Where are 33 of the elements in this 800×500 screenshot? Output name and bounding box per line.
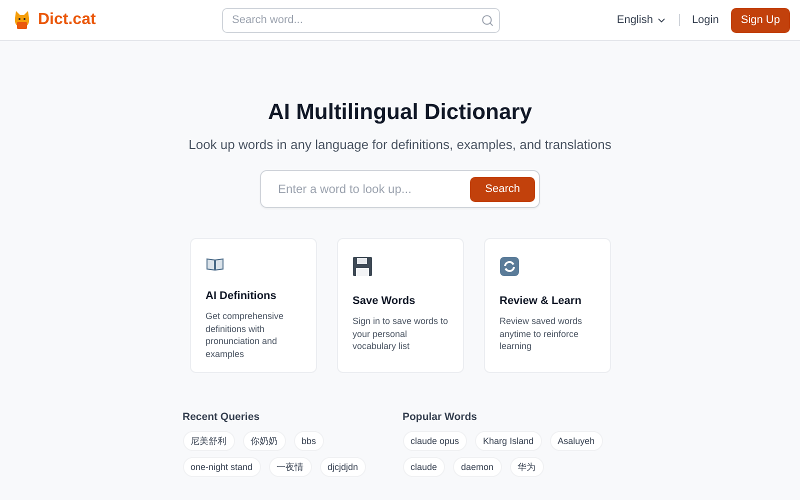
- page-title: AI Multilingual Dictionary: [268, 99, 532, 125]
- word-chip[interactable]: claude: [402, 457, 446, 477]
- word-chip[interactable]: djcjdjdn: [320, 457, 366, 477]
- page-subtitle: Look up words in any language for definitions, examples, and translations: [188, 137, 612, 152]
- word-chip[interactable]: bbs: [294, 431, 324, 451]
- search-button[interactable]: Search: [470, 176, 535, 202]
- section-heading: Recent Queries: [182, 411, 261, 423]
- login-link[interactable]: Login: [692, 14, 719, 26]
- search-field[interactable]: Search word...: [222, 8, 500, 32]
- feature-title: Save Words: [352, 295, 416, 307]
- site-logo[interactable]: Dict.cat: [38, 11, 96, 29]
- open-book-icon: [206, 257, 224, 271]
- word-chip[interactable]: claude opus: [402, 431, 468, 451]
- word-chip[interactable]: 你奶奶: [242, 431, 286, 451]
- word-chip[interactable]: 华为: [510, 457, 544, 477]
- word-chip[interactable]: Kharg Island: [475, 431, 542, 451]
- feature-description: Get comprehensive definitions with pronunciation and examples: [206, 310, 285, 360]
- section-heading: Popular Words: [402, 411, 478, 423]
- word-chip[interactable]: 尼美舒利: [182, 431, 234, 451]
- language-dropdown[interactable]: English: [616, 14, 667, 26]
- cat-logo-icon: [12, 10, 32, 30]
- word-chip[interactable]: daemon: [453, 457, 502, 477]
- signup-button[interactable]: Sign Up: [730, 8, 790, 32]
- search-bar[interactable]: Enter a word to look up... Search: [260, 170, 540, 208]
- repeat-arrows-icon: [500, 257, 518, 276]
- word-chip[interactable]: 一夜情: [268, 457, 312, 477]
- feature-description: Sign in to save words to your personal vocabulary list: [352, 315, 450, 352]
- search-icon: [481, 14, 494, 26]
- word-chip[interactable]: Asaluyeh: [550, 431, 603, 451]
- feature-title: AI Definitions: [206, 290, 278, 302]
- feature-description: Review saved words anytime to reinforce learning: [500, 315, 584, 352]
- feature-title: Review & Learn: [500, 295, 582, 307]
- word-chip[interactable]: one-night stand: [182, 457, 261, 477]
